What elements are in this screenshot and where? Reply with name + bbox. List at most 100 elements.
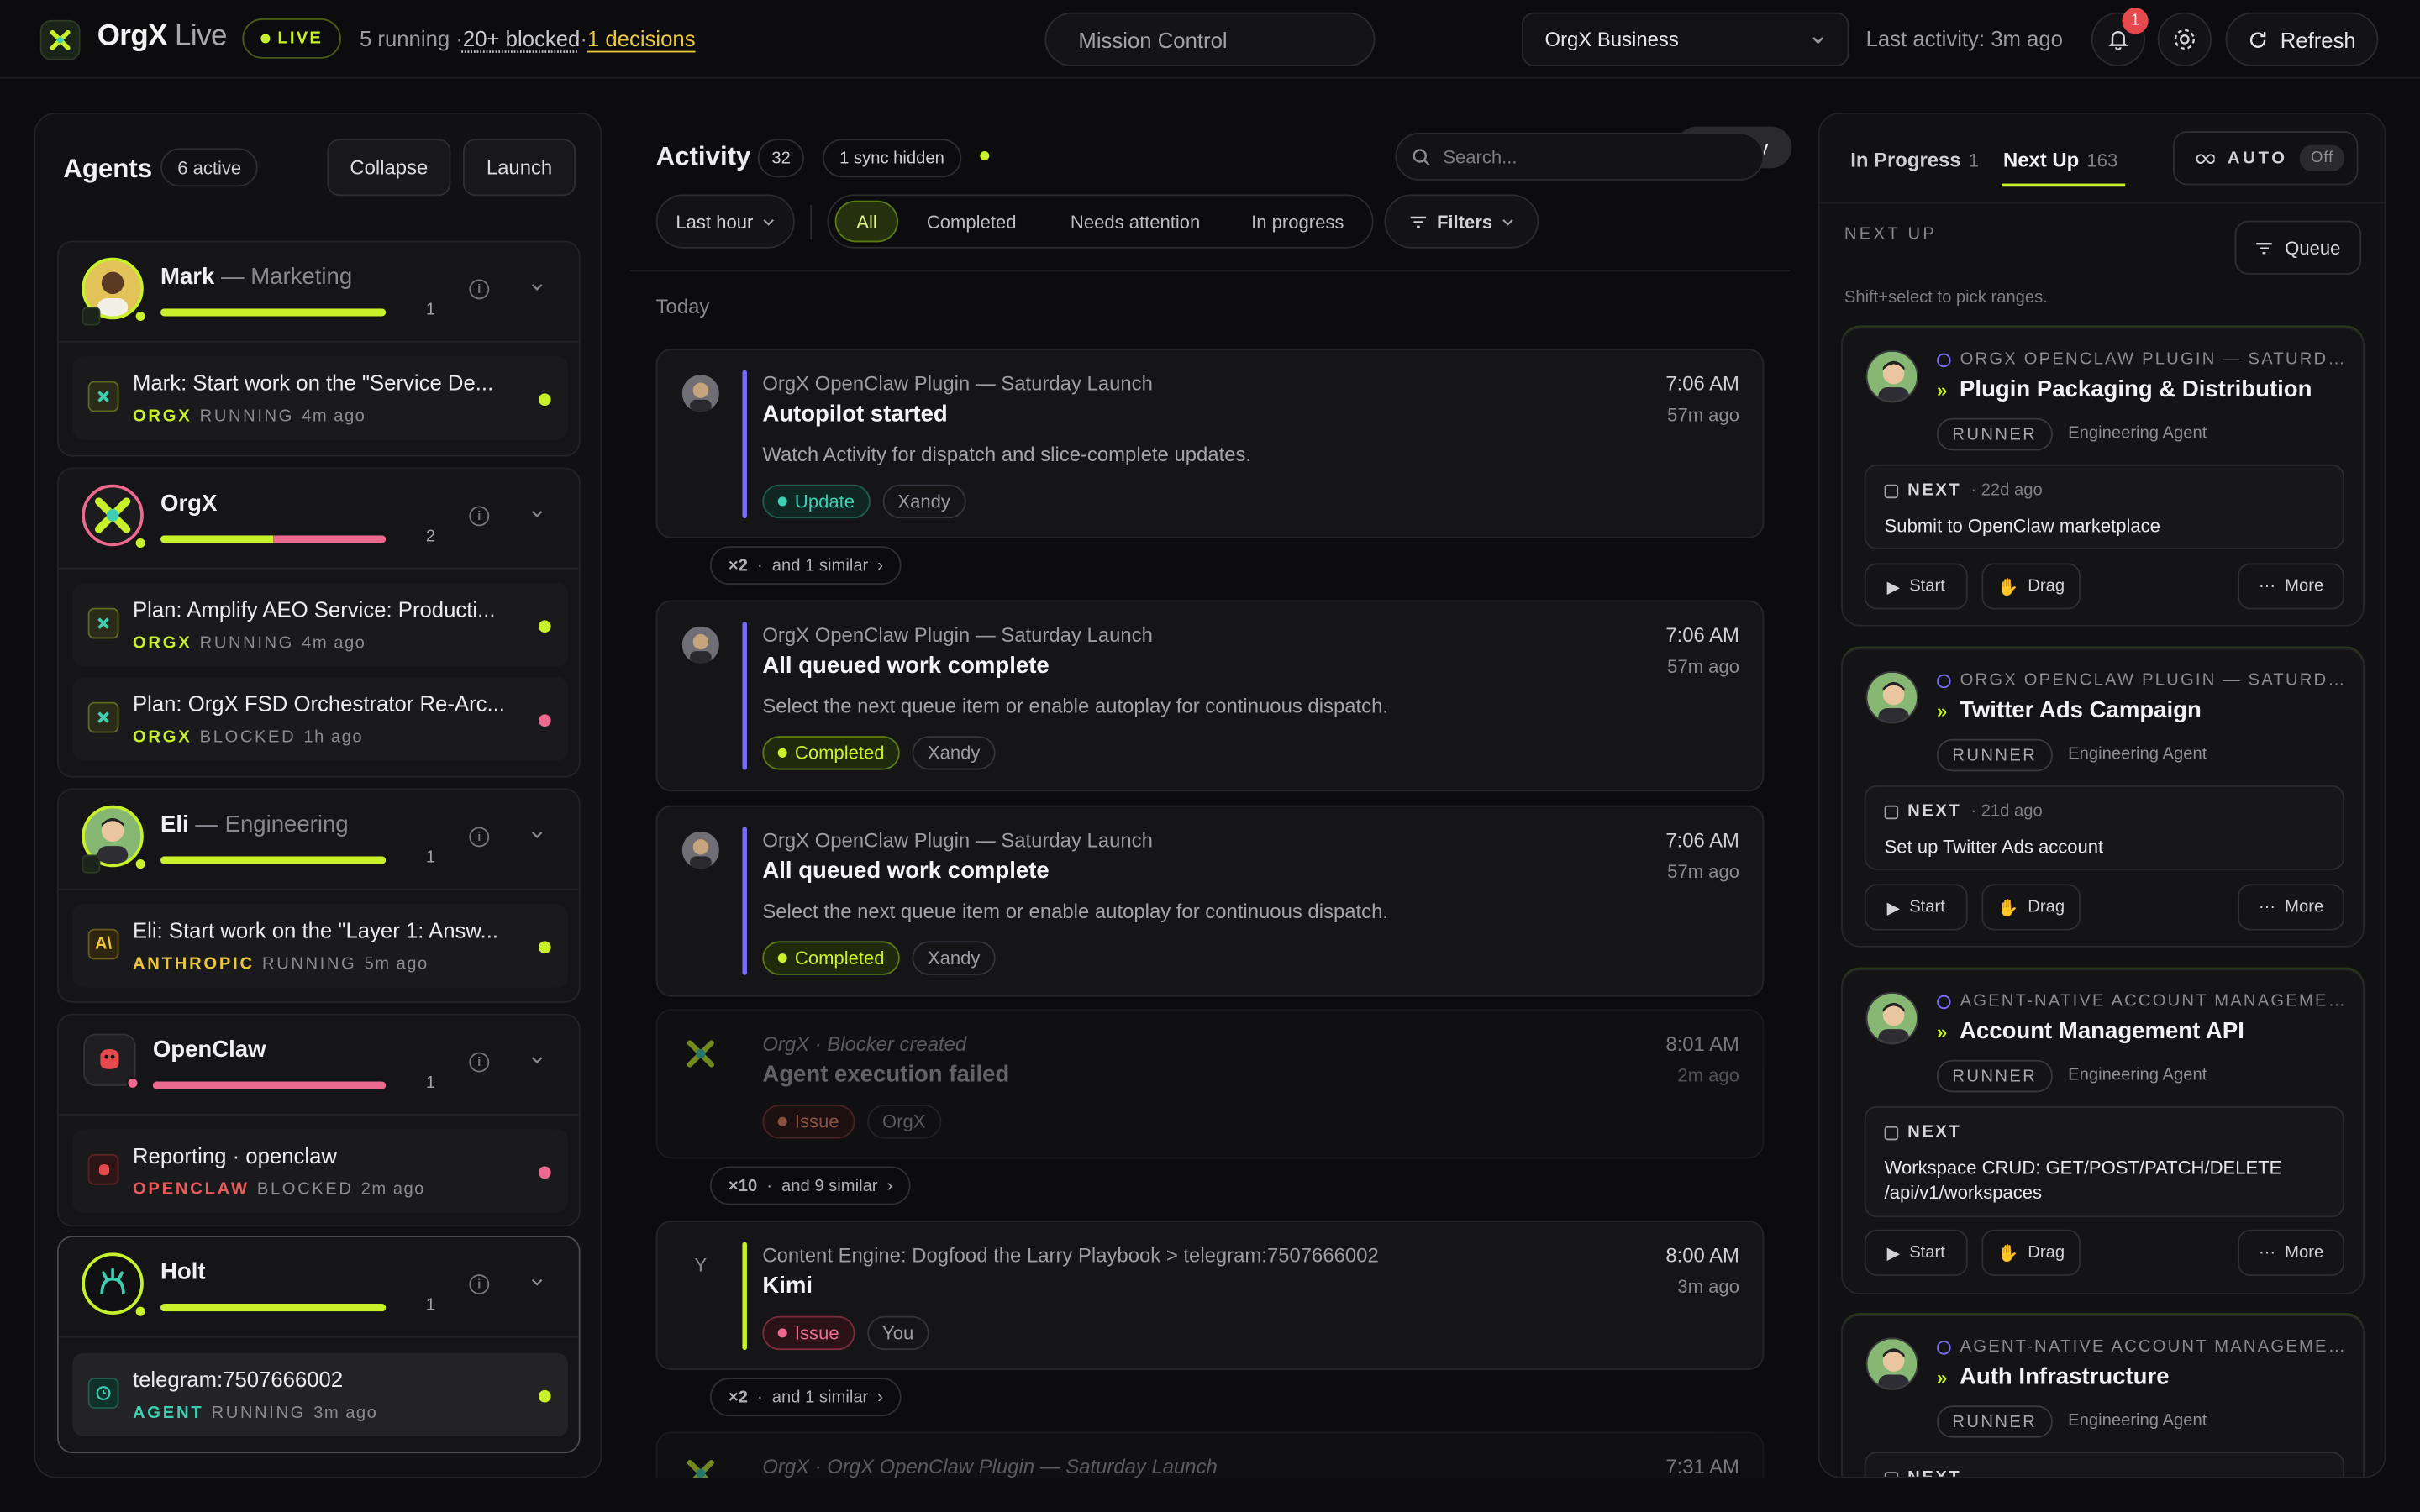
- start-button[interactable]: ▶ Start: [1864, 563, 1968, 610]
- agent-task[interactable]: Plan: Amplify AEO Service: Producti... O…: [72, 583, 568, 667]
- agent-group-holt[interactable]: Holt 1 i telegram:7507666002 AGENT RUNNIN…: [56, 1236, 581, 1454]
- activity-card[interactable]: Y Content Engine: Dogfood the Larry Play…: [655, 1220, 1765, 1370]
- agent-task[interactable]: Reporting · openclaw OPENCLAW BLOCKED 2m a…: [72, 1129, 568, 1213]
- tab-next-up[interactable]: Next Up 163: [2003, 148, 2118, 171]
- similar-group-toggle[interactable]: ×10 · and 9 similar ›: [709, 1166, 912, 1205]
- agent-label: Engineering Agent: [2068, 1066, 2207, 1085]
- info-icon[interactable]: i: [469, 1052, 490, 1073]
- progress-bar: [152, 1081, 387, 1089]
- workspace-value: OrgX Business: [1544, 28, 1679, 51]
- start-button[interactable]: ▶ Start: [1864, 884, 1968, 931]
- activity-count: 32: [757, 139, 805, 178]
- tag-completed: Completed: [762, 736, 900, 770]
- status-filter-tabs: All Completed Needs attention In progres…: [827, 194, 1374, 249]
- refresh-button[interactable]: Refresh: [2225, 12, 2379, 66]
- queue-item[interactable]: ORGX OPENCLAW PLUGIN — SATURDAY LAUNCH »…: [1841, 648, 2365, 948]
- orgx-icon: [87, 607, 119, 639]
- agent-header[interactable]: Eli — Engineering 1 i: [59, 790, 579, 889]
- queue-button[interactable]: Queue: [2234, 220, 2362, 275]
- tag-update: Update: [762, 484, 871, 519]
- start-button[interactable]: ▶ Start: [1864, 1229, 1968, 1276]
- blocked-link[interactable]: 20+ blocked: [463, 26, 580, 50]
- agent-task[interactable]: Mark: Start work on the "Service De... O…: [72, 356, 568, 440]
- similar-group-toggle[interactable]: ×2 · and 1 similar ›: [709, 546, 902, 585]
- filter-all[interactable]: All: [834, 200, 899, 243]
- filter-needs-attention[interactable]: Needs attention: [1044, 201, 1227, 243]
- chevron-down-icon[interactable]: [531, 507, 544, 520]
- settings-button[interactable]: [2157, 12, 2212, 66]
- workspace-select[interactable]: OrgX Business: [1521, 12, 1849, 66]
- agent-header[interactable]: Holt 1 i: [59, 1237, 579, 1336]
- progress-bar: [160, 535, 387, 543]
- chevron-down-icon[interactable]: [531, 828, 544, 841]
- queue-item[interactable]: ORGX OPENCLAW PLUGIN — SATURDAY LAUNCH »…: [1841, 327, 2365, 627]
- ellipsis-icon: ···: [2258, 576, 2276, 596]
- agent-group-openclaw[interactable]: OpenClaw 1 i Reporting · openclaw OPENCL…: [56, 1013, 581, 1227]
- sync-hidden-badge[interactable]: 1 sync hidden: [822, 139, 962, 178]
- view-tabs: Activity Mission Control: [1044, 12, 1792, 169]
- filters-button[interactable]: Filters: [1384, 194, 1539, 249]
- queue-item-project: AGENT-NATIVE ACCOUNT MANAGEMENT: [1937, 992, 2346, 1011]
- more-button[interactable]: ··· More: [2238, 563, 2344, 610]
- next-action-box: NEXT · 22d ago Submit to OpenClaw marketp…: [1864, 464, 2344, 549]
- agent-group-mark[interactable]: Mark — Marketing 1 i Mark: Start work on…: [56, 240, 581, 457]
- activity-card[interactable]: OrgX · OrgX OpenClaw Plugin — Saturday L…: [655, 1431, 1765, 1478]
- bell-icon: [2108, 31, 2128, 51]
- drag-button[interactable]: ✋ Drag: [1981, 563, 2081, 610]
- drag-button[interactable]: ✋ Drag: [1981, 1229, 2081, 1276]
- card-title: All queued work complete: [762, 858, 1050, 885]
- orgx-logo[interactable]: [39, 19, 81, 60]
- info-icon[interactable]: i: [469, 279, 490, 300]
- filter-completed[interactable]: Completed: [902, 201, 1041, 243]
- notifications-button[interactable]: 1: [2091, 8, 2149, 66]
- info-icon[interactable]: i: [469, 506, 490, 527]
- autoplay-toggle[interactable]: AUTO Off: [2173, 131, 2359, 186]
- agent-group-eli[interactable]: Eli — Engineering 1 i A\ Eli: Start work…: [56, 788, 581, 1003]
- launch-button[interactable]: Launch: [463, 139, 576, 197]
- activity-card[interactable]: OrgX · Blocker created Agent execution f…: [655, 1009, 1765, 1159]
- more-button[interactable]: ··· More: [2238, 884, 2344, 931]
- info-icon[interactable]: i: [469, 1274, 490, 1294]
- agent-name: Eli — Engineering: [160, 811, 349, 838]
- ellipsis-icon: ···: [2258, 1243, 2276, 1263]
- search-input[interactable]: Search...: [1395, 132, 1765, 181]
- card-accent-line: [742, 370, 747, 519]
- activity-card[interactable]: OrgX OpenClaw Plugin — Saturday Launch A…: [655, 349, 1765, 539]
- agent-task-count: 1: [425, 848, 436, 868]
- chevron-down-icon[interactable]: [531, 1276, 544, 1289]
- tab-mission-control[interactable]: Mission Control: [1051, 18, 1255, 60]
- card-project: OrgX OpenClaw Plugin — Saturday Launch: [762, 371, 1153, 396]
- chevrons-right-icon: »: [1937, 378, 1948, 401]
- agent-task[interactable]: A\ Eli: Start work on the "Layer 1: Answ…: [72, 904, 568, 988]
- status-dot: [134, 537, 147, 549]
- similar-group-toggle[interactable]: ×2 · and 1 similar ›: [709, 1378, 902, 1417]
- collapse-button[interactable]: Collapse: [327, 139, 451, 197]
- activity-card[interactable]: OrgX OpenClaw Plugin — Saturday Launch A…: [655, 600, 1765, 792]
- agent-header[interactable]: OpenClaw 1 i: [59, 1016, 579, 1115]
- info-icon[interactable]: i: [469, 827, 490, 848]
- next-label: NEXT · 22d ago: [1884, 481, 2043, 500]
- card-project: OrgX · Blocker created: [762, 1032, 967, 1056]
- card-project: OrgX · OrgX OpenClaw Plugin — Saturday L…: [762, 1455, 1218, 1478]
- agent-header[interactable]: OrgX 2 i: [59, 469, 579, 568]
- chevron-down-icon[interactable]: [531, 1053, 544, 1066]
- agent-name: OpenClaw: [152, 1037, 266, 1063]
- filter-in-progress[interactable]: In progress: [1229, 201, 1365, 243]
- time-range-select[interactable]: Last hour: [655, 194, 795, 249]
- queue-item[interactable]: AGENT-NATIVE ACCOUNT MANAGEMENT » Account…: [1841, 969, 2365, 1294]
- chevrons-right-icon: »: [1937, 699, 1948, 722]
- agent-task[interactable]: telegram:7507666002 AGENT RUNNING 3m ago: [72, 1352, 568, 1436]
- more-button[interactable]: ··· More: [2238, 1229, 2344, 1276]
- agent-label: Engineering Agent: [2068, 424, 2207, 444]
- activity-card[interactable]: OrgX OpenClaw Plugin — Saturday Launch A…: [655, 805, 1765, 997]
- avatar: [1865, 991, 1919, 1045]
- queue-item[interactable]: AGENT-NATIVE ACCOUNT MANAGEMENT » Auth In…: [1841, 1314, 2365, 1477]
- tab-in-progress[interactable]: In Progress 1: [1850, 148, 1979, 171]
- chevron-down-icon[interactable]: [531, 281, 544, 293]
- task-title: Reporting · openclaw: [132, 1142, 337, 1168]
- drag-button[interactable]: ✋ Drag: [1981, 884, 2081, 931]
- decisions-link[interactable]: 1 decisions: [587, 26, 696, 50]
- agent-task[interactable]: Plan: OrgX FSD Orchestrator Re-Arc... OR…: [72, 677, 568, 761]
- agent-group-orgx[interactable]: OrgX 2 i Plan: Amplify AEO Service: Prod…: [56, 467, 581, 778]
- agent-header[interactable]: Mark — Marketing 1 i: [59, 242, 579, 341]
